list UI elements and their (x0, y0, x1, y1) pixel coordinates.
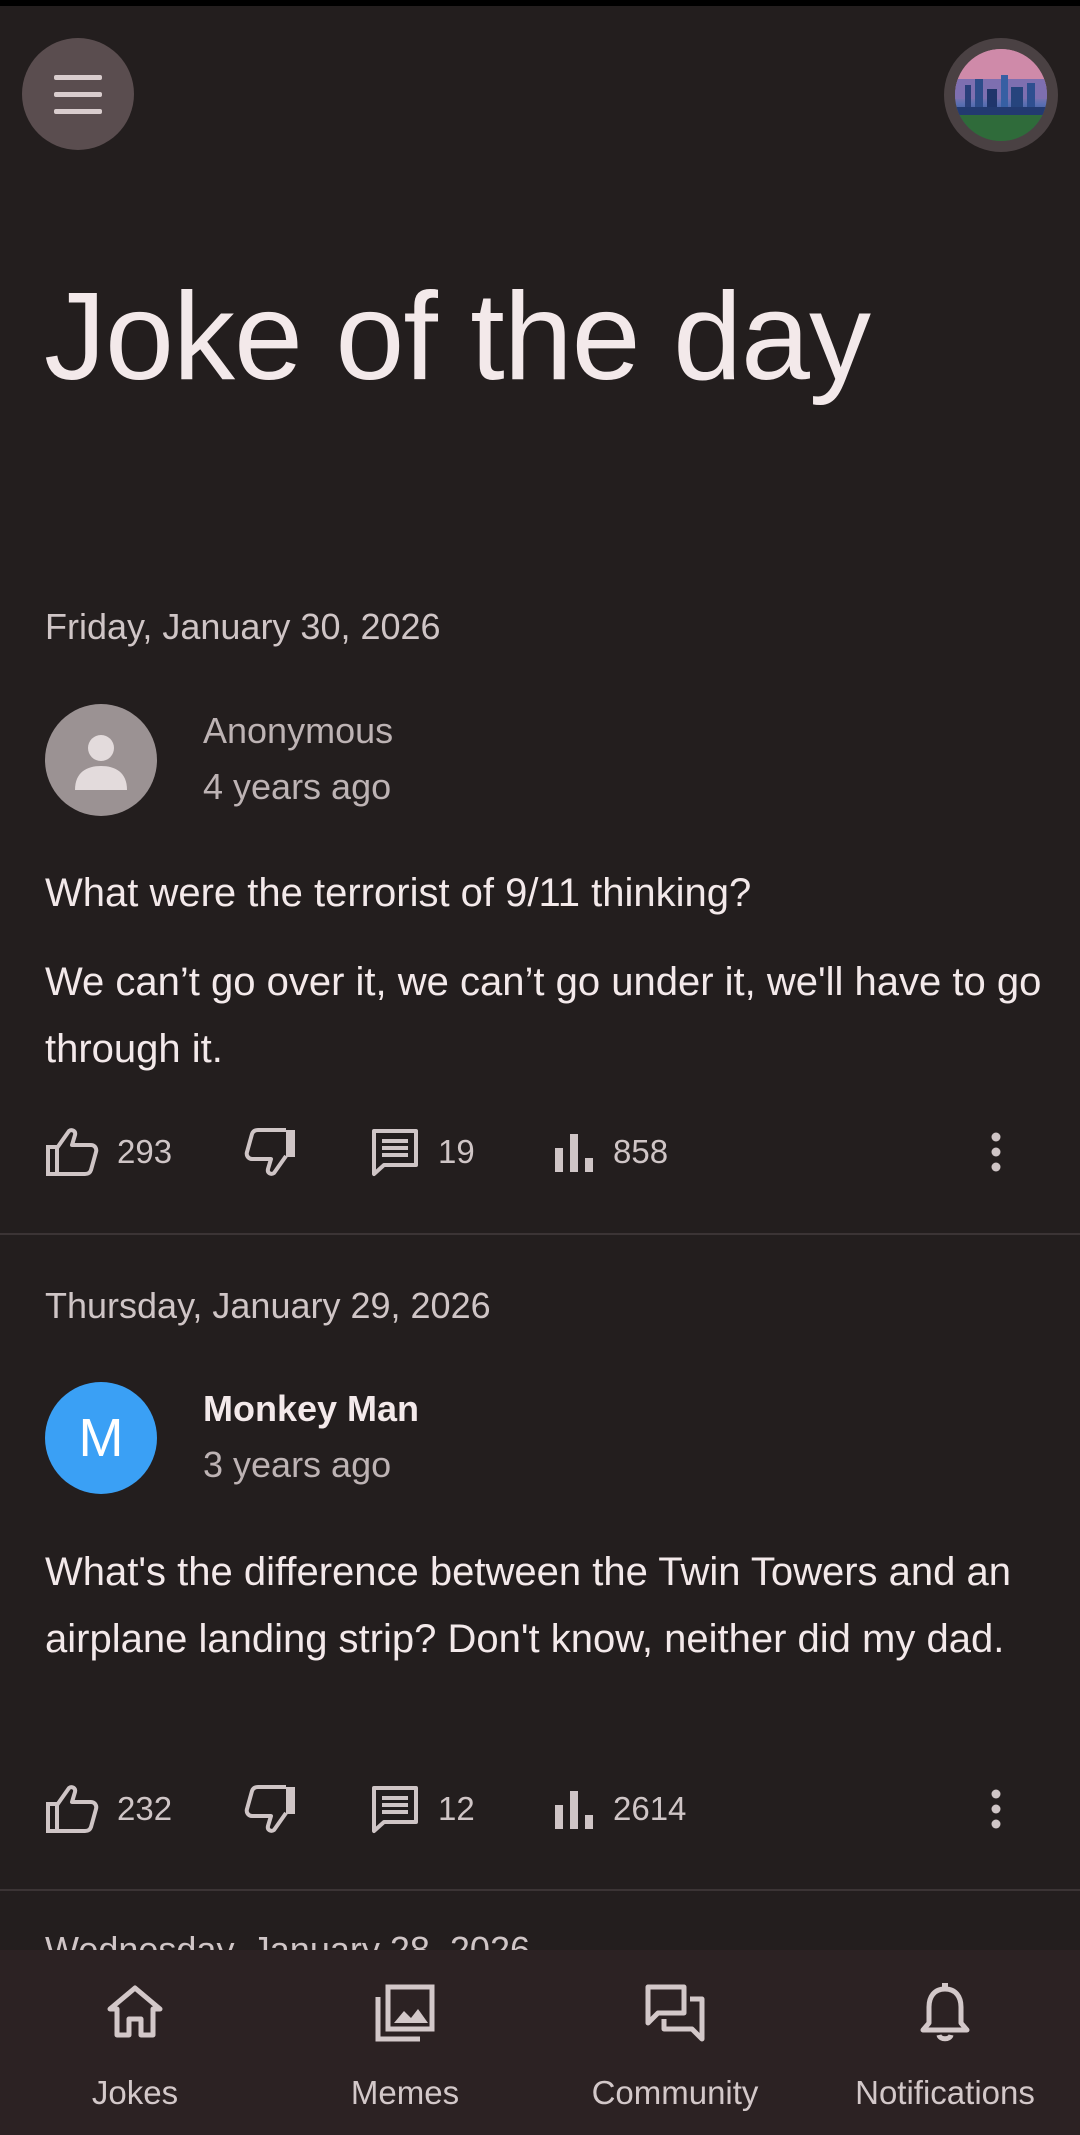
like-count: 232 (117, 1790, 173, 1827)
post-date: Friday, January 30, 2026 (45, 606, 441, 647)
thumbs-up-icon (46, 1128, 99, 1176)
nav-label: Community (591, 2074, 759, 2111)
bell-icon (920, 1983, 970, 2042)
more-vert-icon (991, 1789, 1001, 1829)
post-time: 4 years ago (203, 766, 392, 807)
hamburger-menu-icon (54, 69, 102, 120)
author-avatar[interactable] (45, 704, 157, 816)
views-button[interactable]: 2614 (553, 1779, 686, 1839)
post-date: Wednesday, January 28, 2026 (45, 1929, 530, 1950)
more-vert-icon (991, 1132, 1001, 1172)
nav-memes[interactable]: Memes (270, 1950, 540, 2135)
more-options-button[interactable] (990, 1779, 1002, 1839)
author-name[interactable]: Anonymous (203, 710, 393, 752)
comment-count: 19 (438, 1133, 475, 1170)
forum-icon (645, 1984, 705, 2042)
author-name[interactable]: Monkey Man (203, 1388, 419, 1430)
thumbs-down-icon (244, 1785, 295, 1833)
joke-text: What's the difference between the Twin T… (45, 1550, 1012, 1661)
post-actions: 232 12 2614 (0, 1779, 1080, 1839)
comments-button[interactable]: 19 (370, 1122, 475, 1182)
comment-count: 12 (438, 1790, 475, 1827)
profile-avatar (955, 49, 1047, 141)
nav-label: Jokes (91, 2074, 179, 2111)
home-icon (107, 1985, 163, 2038)
author-avatar[interactable]: M (45, 1382, 157, 1494)
bar-chart-icon (555, 1791, 593, 1829)
like-count: 293 (117, 1133, 173, 1170)
post-divider (0, 1233, 1080, 1235)
more-options-button[interactable] (990, 1122, 1002, 1182)
page-title: Joke of the day (44, 268, 871, 406)
dislike-button[interactable] (244, 1779, 298, 1839)
image-gallery-icon (375, 1984, 435, 2042)
like-button[interactable]: 293 (45, 1122, 172, 1182)
post-date: Thursday, January 29, 2026 (45, 1285, 491, 1326)
view-count: 2614 (613, 1790, 687, 1827)
dislike-button[interactable] (244, 1122, 298, 1182)
nav-label: Notifications (855, 2074, 1035, 2111)
person-icon (75, 735, 127, 790)
views-button[interactable]: 858 (553, 1122, 668, 1182)
thumbs-down-icon (244, 1128, 295, 1176)
comments-button[interactable]: 12 (370, 1779, 475, 1839)
profile-avatar-button[interactable] (944, 38, 1058, 152)
comment-icon (372, 1786, 418, 1833)
post-time: 3 years ago (203, 1444, 392, 1485)
menu-button[interactable] (22, 38, 134, 150)
thumbs-up-icon (46, 1785, 99, 1833)
like-button[interactable]: 232 (45, 1779, 172, 1839)
avatar-letter: M (78, 1408, 124, 1468)
joke-punchline: We can’t go over it, we can’t go under i… (45, 960, 1042, 1071)
nav-notifications[interactable]: Notifications (810, 1950, 1080, 2135)
joke-setup: What were the terrorist of 9/11 thinking… (45, 871, 752, 915)
post-divider (0, 1889, 1080, 1891)
nav-label: Memes (350, 2074, 460, 2111)
bottom-navigation: Jokes Memes Community Notifications (0, 1950, 1080, 2135)
nav-jokes[interactable]: Jokes (0, 1950, 270, 2135)
comment-icon (372, 1129, 418, 1176)
status-strip (0, 0, 1080, 6)
nav-community[interactable]: Community (540, 1950, 810, 2135)
view-count: 858 (613, 1133, 669, 1170)
post-actions: 293 19 858 (0, 1122, 1080, 1182)
bar-chart-icon (555, 1134, 593, 1172)
